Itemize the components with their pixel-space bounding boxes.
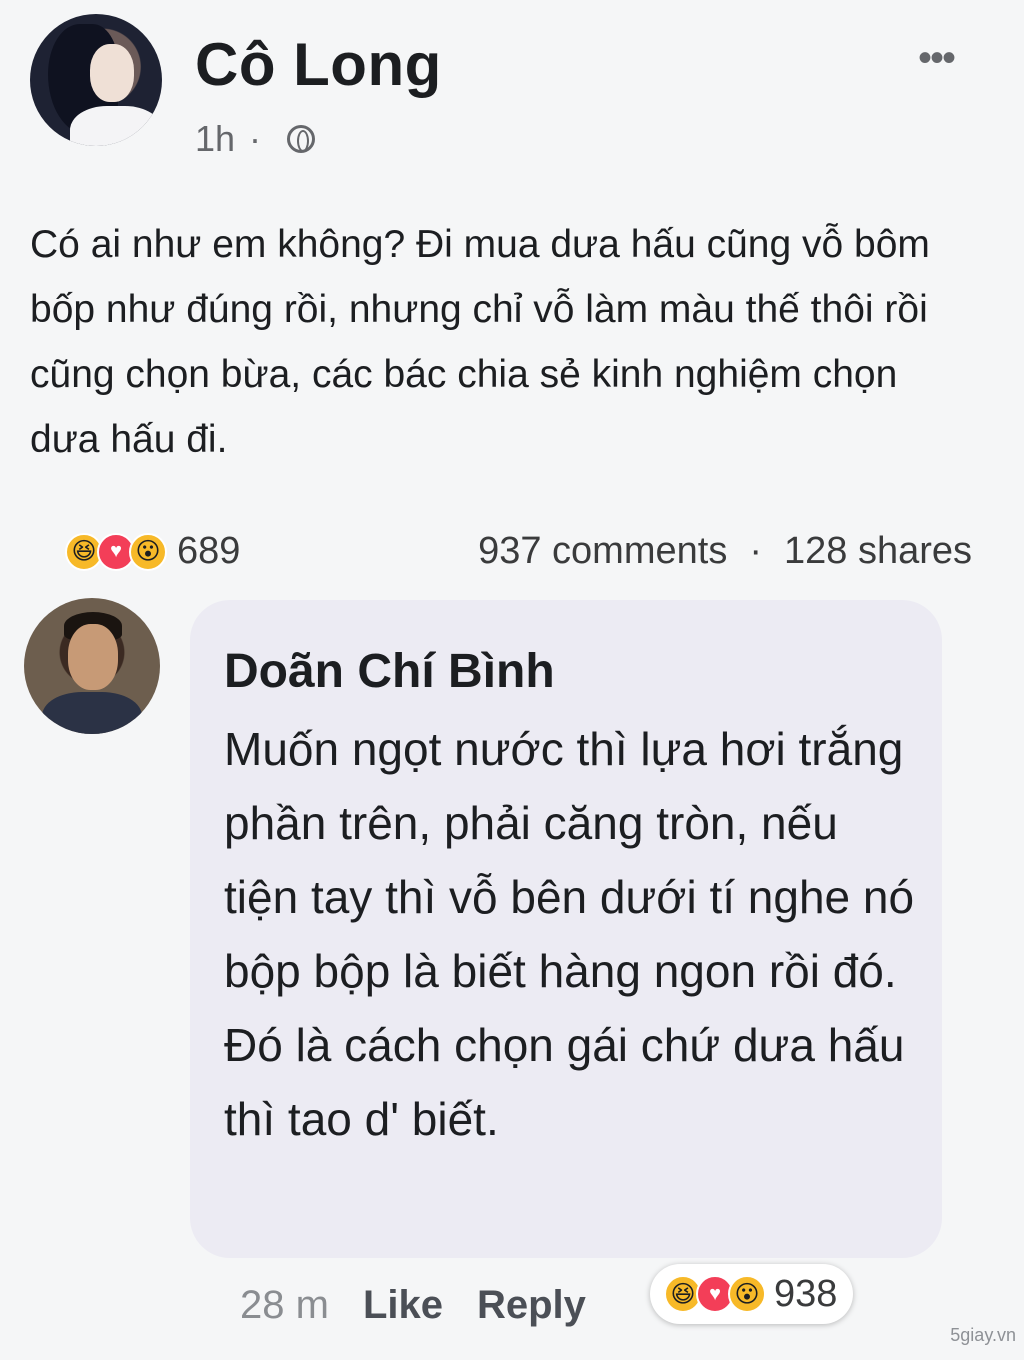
avatar-robe xyxy=(42,692,142,734)
wow-icon: 😮 xyxy=(728,1275,766,1313)
post-avatar[interactable] xyxy=(30,14,162,146)
comment-actions: 28 m Like Reply xyxy=(240,1283,586,1328)
commenter-name[interactable]: Doãn Chí Bình xyxy=(224,644,555,699)
avatar-robe xyxy=(70,106,162,146)
comment-bubble: Doãn Chí Bình Muốn ngọt nước thì lựa hơi… xyxy=(190,600,942,1258)
comment-text: Muốn ngọt nước thì lựa hơi trắng phần tr… xyxy=(224,723,915,1145)
meta-separator: · xyxy=(249,118,262,159)
post-text: Có ai như em không? Đi mua dưa hấu cũng … xyxy=(30,223,930,461)
like-button[interactable]: Like xyxy=(363,1283,443,1328)
post-author-name[interactable]: Cô Long xyxy=(195,30,442,99)
shares-count-link[interactable]: 128 shares xyxy=(784,530,972,573)
wow-icon: 😮 xyxy=(129,532,167,571)
stats-separator: · xyxy=(749,530,762,572)
post-reaction-count: 689 xyxy=(177,530,241,572)
comment-avatar[interactable] xyxy=(24,598,160,734)
avatar-face xyxy=(90,44,134,102)
reply-button[interactable]: Reply xyxy=(477,1283,586,1328)
post-time[interactable]: 1h xyxy=(195,118,235,160)
post-stats: 937 comments · 128 shares xyxy=(478,530,972,573)
more-options-icon[interactable]: ••• xyxy=(918,38,956,78)
comment-reaction-count: 938 xyxy=(774,1272,838,1315)
avatar-face xyxy=(68,624,118,690)
post-meta: 1h · xyxy=(195,118,316,160)
comments-count-link[interactable]: 937 comments xyxy=(478,530,727,573)
comment-time[interactable]: 28 m xyxy=(240,1283,329,1328)
comment-reactions[interactable]: 😆 ♥ 😮 938 xyxy=(650,1264,854,1324)
globe-icon xyxy=(287,125,316,153)
post-reactions[interactable]: 😆 ♥ 😮 689 xyxy=(65,530,240,573)
watermark: 5giay.vn xyxy=(950,1325,1016,1345)
